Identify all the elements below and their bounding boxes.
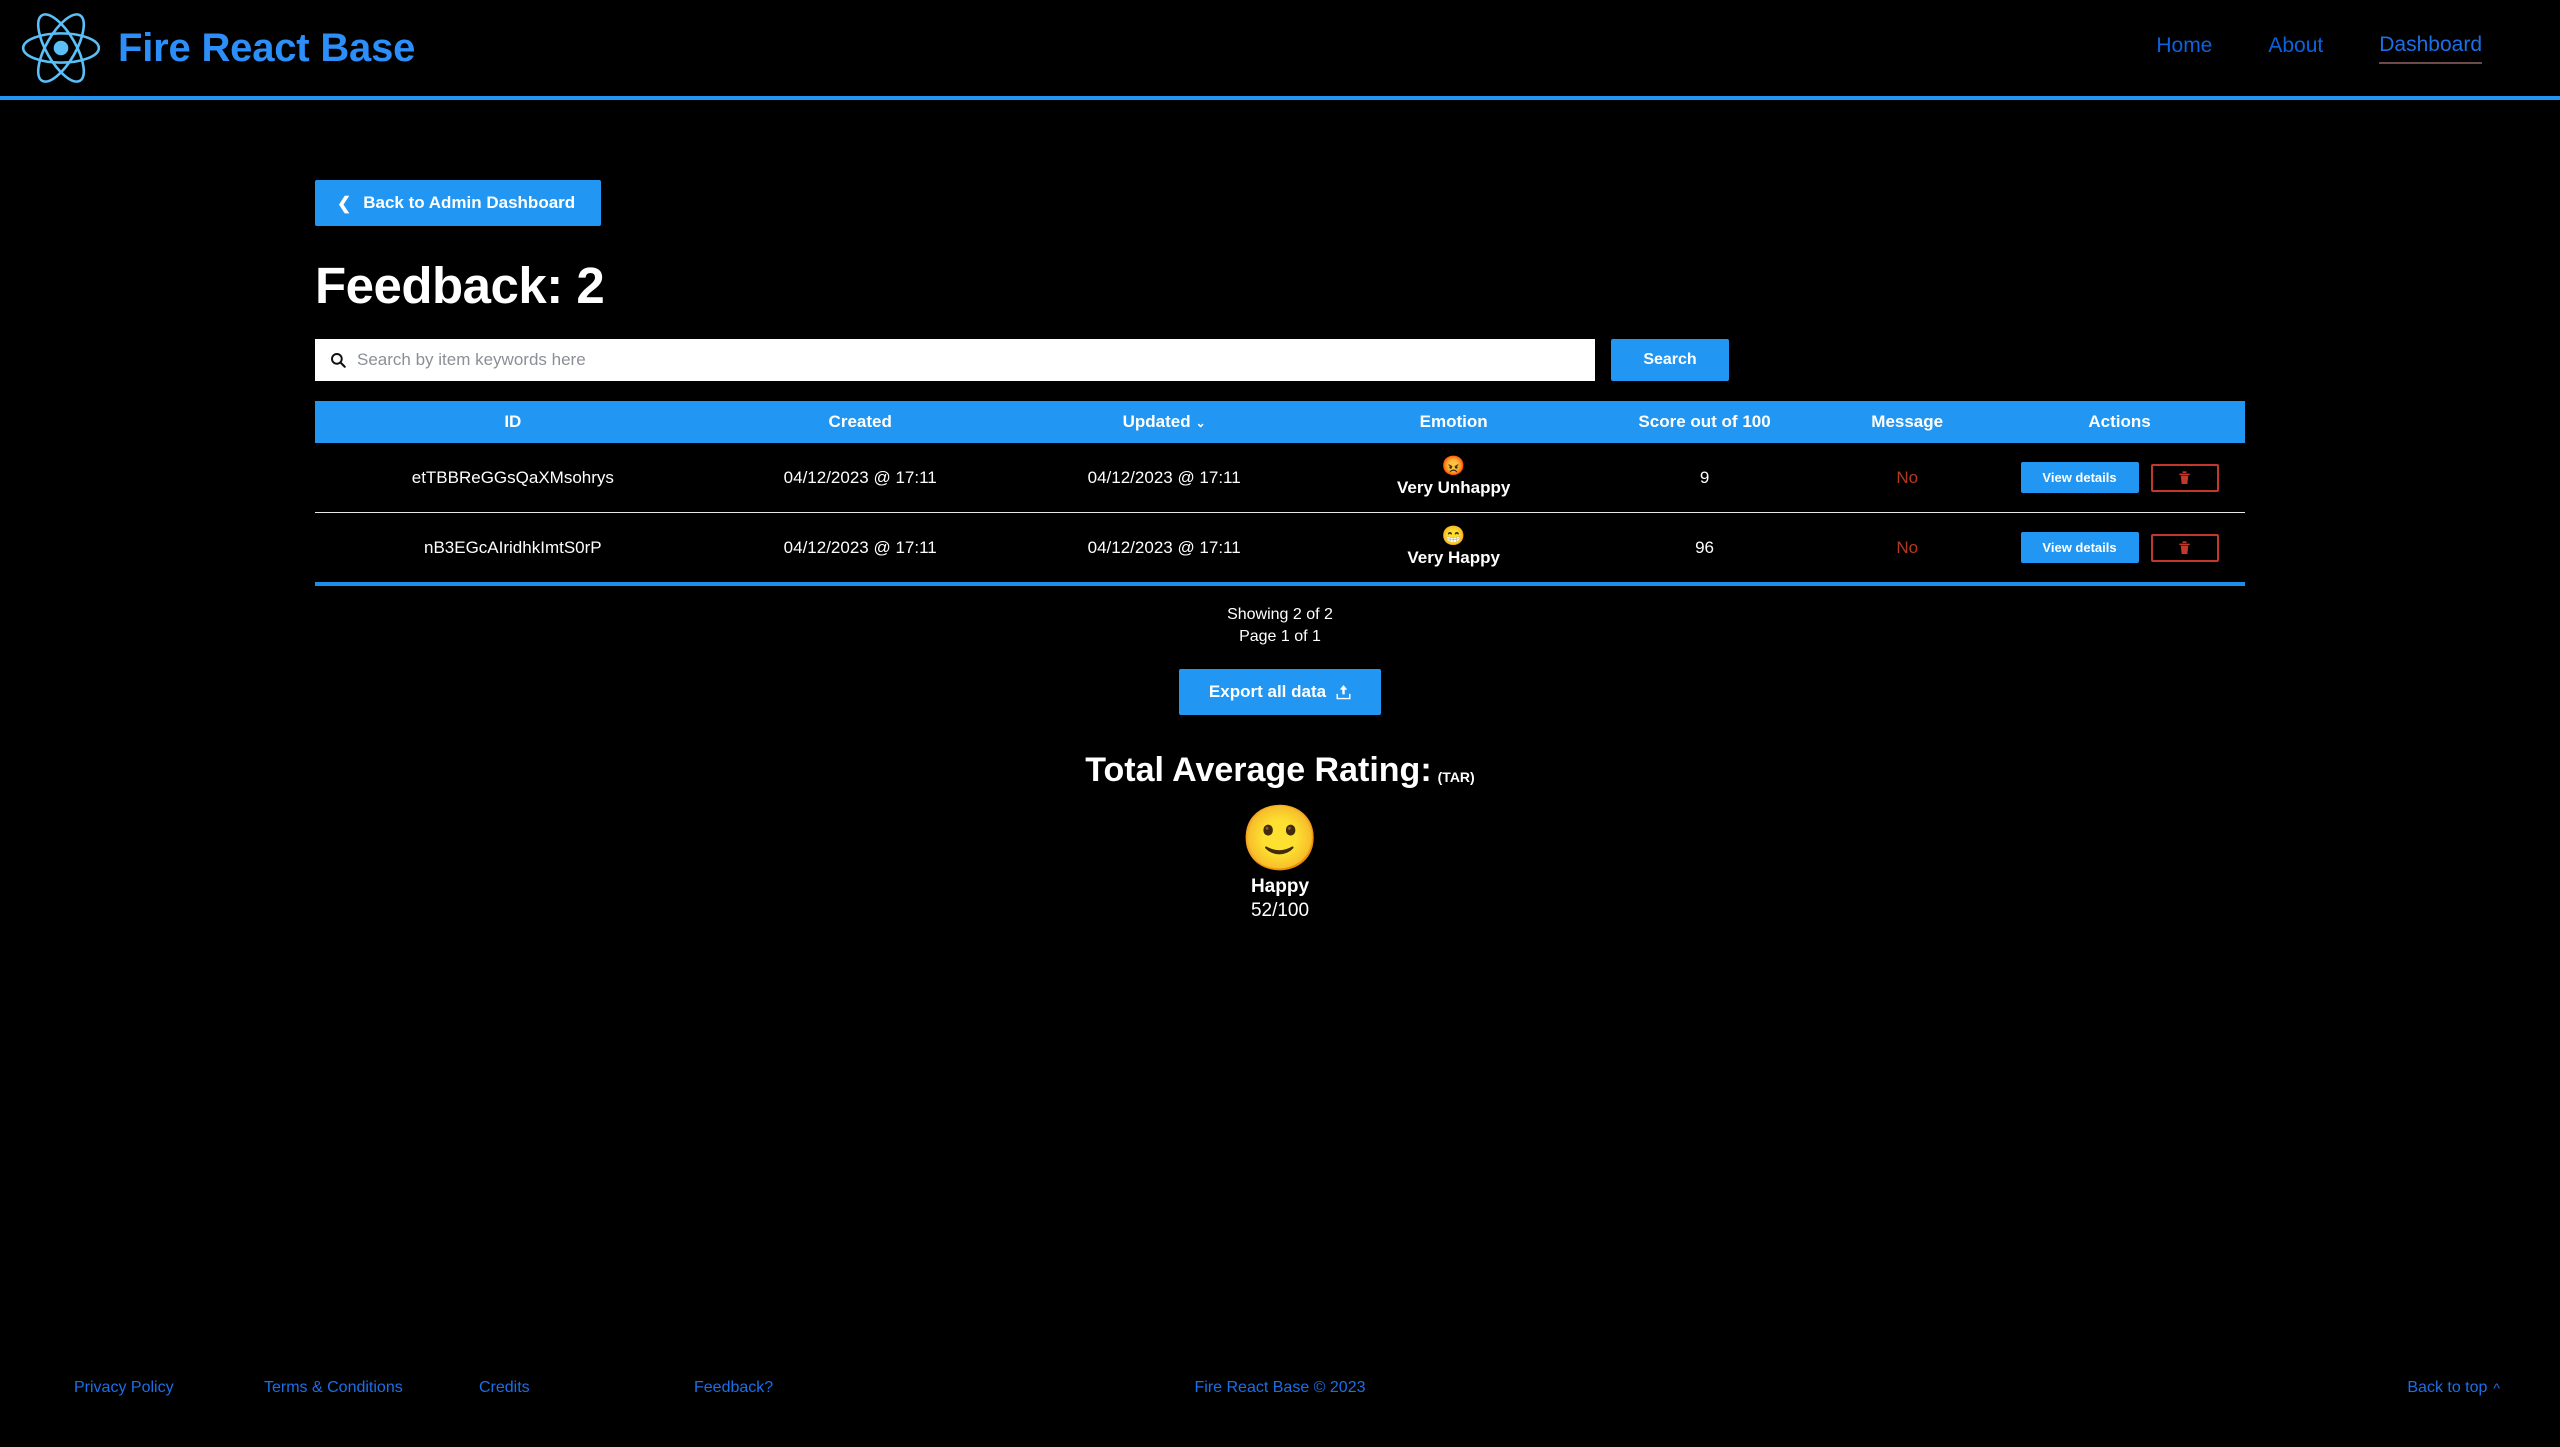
cell-created: 04/12/2023 @ 17:11 — [710, 512, 1010, 585]
view-details-button[interactable]: View details — [2020, 462, 2139, 493]
emotion-label: Very Unhappy — [1396, 478, 1511, 497]
total-average-rating: Total Average Rating: (TAR) 🙂 Happy 52/10… — [315, 751, 2245, 922]
page-count: Page 1 of 1 — [1239, 627, 1321, 645]
chevron-left-icon: ❮ — [337, 193, 352, 213]
back-to-admin-dashboard-button[interactable]: ❮ Back to Admin Dashboard — [315, 180, 602, 226]
tar-emoji-icon: 🙂 — [1240, 802, 1320, 875]
brand-title: Fire React Base — [118, 25, 416, 70]
export-row: Export all data — [315, 669, 2245, 716]
message-value: No — [1896, 467, 1919, 487]
chevron-down-icon: ⌄ — [1195, 416, 1206, 430]
search-icon — [329, 351, 347, 369]
view-details-button[interactable]: View details — [2020, 532, 2139, 563]
cell-actions: View details — [1994, 443, 2245, 513]
column-header-created[interactable]: Created — [710, 401, 1010, 443]
column-header-updated[interactable]: Updated ⌄ — [1009, 401, 1319, 443]
feedback-table: ID Created Updated ⌄ Emotion Score out of… — [315, 401, 2245, 586]
cell-actions: View details — [1994, 512, 2245, 585]
cell-message: No — [1820, 512, 1995, 585]
table-header: ID Created Updated ⌄ Emotion Score out of… — [315, 401, 2245, 443]
cell-emotion: 😁 Very Happy — [1318, 512, 1589, 585]
column-header-updated-label: Updated — [1122, 412, 1191, 431]
back-to-top-label: Back to top — [2407, 1379, 2488, 1396]
search-row: Search — [315, 339, 2245, 381]
cell-updated: 04/12/2023 @ 17:11 — [1009, 512, 1319, 585]
page-title: Feedback: 2 — [315, 257, 605, 314]
cell-created: 04/12/2023 @ 17:11 — [710, 443, 1010, 513]
emotion-label: Very Happy — [1407, 548, 1500, 567]
brand[interactable]: Fire React Base — [18, 5, 415, 91]
table-row: nB3EGcAIridhkImtS0rP 04/12/2023 @ 17:11 … — [315, 512, 2245, 585]
trash-icon — [2178, 540, 2191, 555]
emotion-emoji-icon: 😁 — [1441, 526, 1466, 547]
showing-count: Showing 2 of 2 — [1227, 606, 1333, 623]
tar-title: Total Average Rating: — [1085, 751, 1432, 790]
tar-label: Happy — [1250, 876, 1310, 898]
upload-icon — [1336, 684, 1351, 700]
table-row: etTBBReGGsQaXMsohrys 04/12/2023 @ 17:11 … — [315, 443, 2245, 513]
content-container: ❮ Back to Admin Dashboard Feedback: 2 Se… — [315, 100, 2245, 922]
pagination-info: Showing 2 of 2 Page 1 of 1 — [315, 604, 2245, 647]
react-atom-logo-icon — [18, 5, 104, 91]
column-header-emotion[interactable]: Emotion — [1318, 401, 1589, 443]
nav-link-about[interactable]: About — [2268, 34, 2323, 63]
search-button[interactable]: Search — [1611, 339, 1729, 381]
site-header: Fire React Base Home About Dashboard — [0, 0, 2560, 100]
cell-emotion: 😡 Very Unhappy — [1318, 443, 1589, 513]
site-footer: Fire React Base © 2023 Privacy Policy Te… — [0, 1333, 2560, 1443]
nav-link-dashboard[interactable]: Dashboard — [2379, 33, 2482, 64]
cell-id: nB3EGcAIridhkImtS0rP — [315, 512, 711, 585]
chevron-up-icon: ^ — [2493, 1380, 2500, 1396]
emotion-emoji-icon: 😡 — [1441, 456, 1466, 477]
delete-button[interactable] — [2150, 533, 2219, 562]
cell-score: 9 — [1588, 443, 1821, 513]
column-header-id[interactable]: ID — [315, 401, 711, 443]
page-body: ❮ Back to Admin Dashboard Feedback: 2 Se… — [0, 100, 2560, 1443]
footer-link-privacy-policy[interactable]: Privacy Policy — [74, 1379, 264, 1397]
export-all-data-button[interactable]: Export all data — [1178, 669, 1382, 716]
column-header-actions: Actions — [1994, 401, 2245, 443]
table-header-row: ID Created Updated ⌄ Emotion Score out of… — [315, 401, 2245, 443]
back-to-top-link[interactable]: Back to top ^ — [2407, 1379, 2500, 1397]
cell-message: No — [1820, 443, 1995, 513]
footer-link-feedback[interactable]: Feedback? — [694, 1379, 773, 1397]
trash-icon — [2178, 470, 2191, 485]
delete-button[interactable] — [2150, 463, 2219, 492]
export-button-label: Export all data — [1208, 682, 1327, 702]
tar-abbreviation: (TAR) — [1437, 768, 1475, 785]
footer-links: Privacy Policy Terms & Conditions Credit… — [74, 1379, 773, 1397]
footer-link-credits[interactable]: Credits — [479, 1379, 694, 1397]
tar-score: 52/100 — [1250, 900, 1310, 922]
back-button-label: Back to Admin Dashboard — [363, 193, 576, 212]
table-body: etTBBReGGsQaXMsohrys 04/12/2023 @ 17:11 … — [315, 443, 2245, 585]
cell-score: 96 — [1588, 512, 1821, 585]
tar-heading: Total Average Rating: (TAR) — [315, 751, 2245, 790]
search-box[interactable] — [315, 339, 1595, 381]
footer-link-terms-conditions[interactable]: Terms & Conditions — [264, 1379, 479, 1397]
cell-updated: 04/12/2023 @ 17:11 — [1009, 443, 1319, 513]
main-nav: Home About Dashboard — [2156, 33, 2522, 64]
column-header-score[interactable]: Score out of 100 — [1588, 401, 1821, 443]
message-value: No — [1896, 537, 1919, 557]
nav-link-home[interactable]: Home — [2156, 34, 2212, 63]
column-header-message[interactable]: Message — [1820, 401, 1995, 443]
search-input[interactable] — [357, 350, 1585, 370]
cell-id: etTBBReGGsQaXMsohrys — [315, 443, 711, 513]
